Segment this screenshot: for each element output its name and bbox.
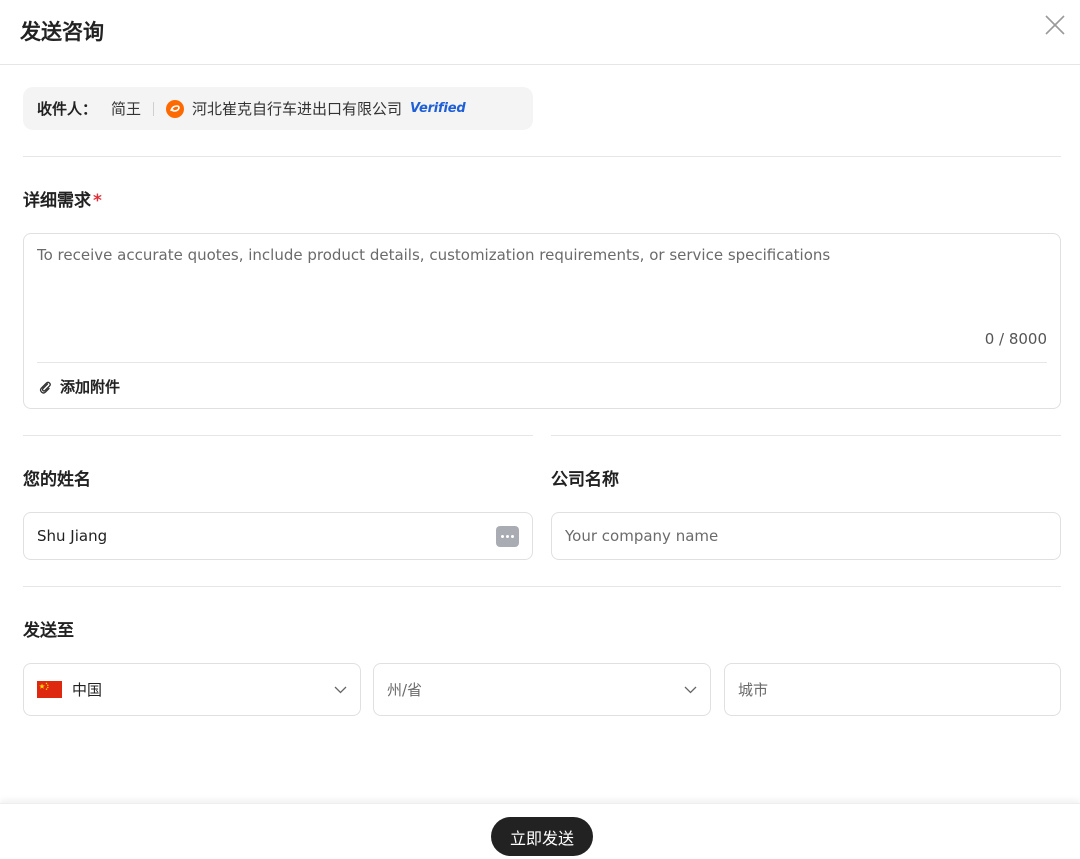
divider — [23, 156, 1061, 157]
requirements-label: 详细需求 * — [23, 186, 102, 211]
requirements-textarea[interactable] — [37, 246, 1047, 326]
name-field — [23, 512, 533, 560]
company-field — [551, 512, 1061, 560]
requirements-label-text: 详细需求 — [23, 191, 91, 211]
city-input[interactable] — [738, 680, 1047, 699]
close-icon — [1045, 15, 1065, 35]
recipient-info: 收件人： 简王 河北崔克自行车进出口有限公司 Verified — [23, 87, 533, 130]
add-attachment-label: 添加附件 — [60, 378, 121, 396]
verified-badge: Verified — [410, 101, 466, 116]
supplier-logo-icon — [166, 99, 185, 118]
dialog-header: 发送咨询 — [0, 0, 1080, 65]
char-count: 0 / 8000 — [984, 330, 1047, 348]
dialog-footer: 立即发送 — [0, 803, 1080, 859]
name-input[interactable] — [37, 527, 496, 545]
chevron-down-icon — [334, 686, 347, 693]
recipient-separator — [153, 101, 155, 116]
company-input[interactable] — [565, 527, 1047, 545]
name-label: 您的姓名 — [23, 470, 91, 490]
send-button[interactable]: 立即发送 — [491, 817, 593, 856]
required-mark: * — [93, 191, 102, 211]
send-to-label: 发送至 — [23, 621, 74, 641]
country-value: 中国 — [72, 681, 103, 699]
chevron-down-icon — [684, 686, 697, 693]
divider — [37, 362, 1047, 363]
state-placeholder: 州/省 — [387, 681, 423, 699]
requirements-box: 0 / 8000 添加附件 — [23, 233, 1061, 409]
recipient-name: 简王 — [111, 100, 142, 118]
country-select[interactable]: 中国 — [23, 663, 361, 716]
more-dots-icon[interactable] — [496, 525, 519, 547]
company-label: 公司名称 — [551, 470, 619, 490]
add-attachment-button[interactable]: 添加附件 — [38, 376, 120, 397]
close-button[interactable] — [1042, 12, 1068, 38]
china-flag-icon — [37, 681, 62, 698]
paperclip-icon — [39, 381, 51, 394]
state-select[interactable]: 州/省 — [373, 663, 711, 716]
divider — [23, 435, 533, 436]
recipient-label: 收件人： — [37, 100, 98, 118]
dialog-title: 发送咨询 — [20, 20, 104, 44]
divider — [551, 435, 1061, 436]
inquiry-dialog: 发送咨询 收件人： 简王 河北崔克自行车进出口有限公司 Verified 详细需… — [0, 0, 1080, 859]
recipient-company: 河北崔克自行车进出口有限公司 — [192, 100, 403, 118]
city-field — [724, 663, 1061, 716]
divider — [23, 586, 1061, 587]
